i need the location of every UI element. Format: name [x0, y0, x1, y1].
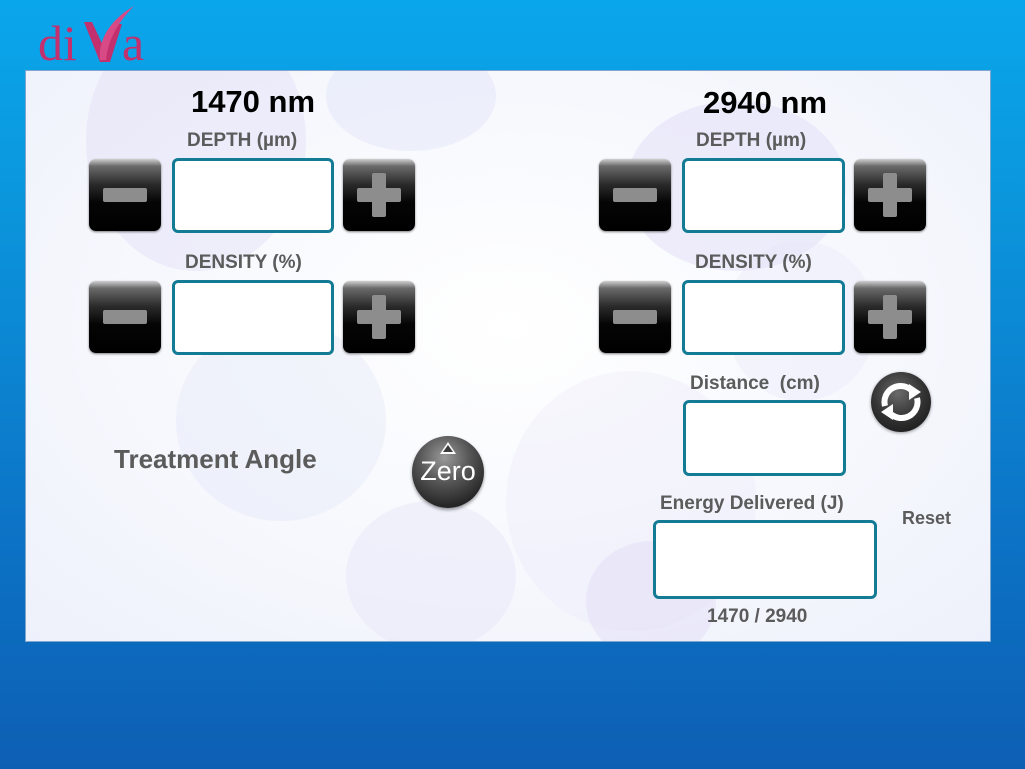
- minus-icon: [613, 310, 657, 324]
- minus-icon: [613, 188, 657, 202]
- depth-2940-decrease-button[interactable]: [599, 159, 671, 231]
- depth-1470-decrease-button[interactable]: [89, 159, 161, 231]
- diva-logo: di a: [38, 6, 144, 66]
- energy-delivered-input[interactable]: [653, 520, 877, 599]
- zero-button[interactable]: Zero: [412, 436, 484, 508]
- density-1470-increase-button[interactable]: [343, 281, 415, 353]
- distance-input[interactable]: [683, 400, 846, 476]
- depth-2940-input[interactable]: [682, 158, 845, 233]
- title-2940: 2940 nm: [702, 85, 828, 120]
- depth-2940-increase-button[interactable]: [854, 159, 926, 231]
- density-label-2940: DENSITY (%): [695, 252, 812, 273]
- minus-icon: [103, 188, 147, 202]
- energy-wavelength-footer: 1470 / 2940: [707, 606, 808, 627]
- title-1470: 1470 nm: [190, 84, 316, 119]
- density-1470-input[interactable]: [172, 280, 334, 355]
- depth-label-1470: DEPTH (µm): [187, 130, 298, 151]
- depth-1470-increase-button[interactable]: [343, 159, 415, 231]
- density-2940-increase-button[interactable]: [854, 281, 926, 353]
- svg-text:a: a: [122, 15, 144, 66]
- minus-icon: [103, 310, 147, 324]
- depth-1470-input[interactable]: [172, 158, 334, 233]
- distance-label: Distance (cm): [690, 373, 820, 394]
- treatment-angle-label: Treatment Angle: [114, 444, 317, 474]
- energy-delivered-label: Energy Delivered (J): [660, 493, 844, 514]
- density-label-1470: DENSITY (%): [185, 252, 302, 273]
- svg-text:di: di: [38, 15, 77, 66]
- reset-label: Reset: [902, 508, 952, 528]
- density-2940-input[interactable]: [682, 280, 845, 355]
- triangle-up-icon: [440, 442, 456, 454]
- density-1470-decrease-button[interactable]: [89, 281, 161, 353]
- density-2940-decrease-button[interactable]: [599, 281, 671, 353]
- reset-arrows-icon: [881, 383, 921, 421]
- depth-label-2940: DEPTH (µm): [696, 130, 807, 151]
- reset-button[interactable]: [871, 372, 931, 432]
